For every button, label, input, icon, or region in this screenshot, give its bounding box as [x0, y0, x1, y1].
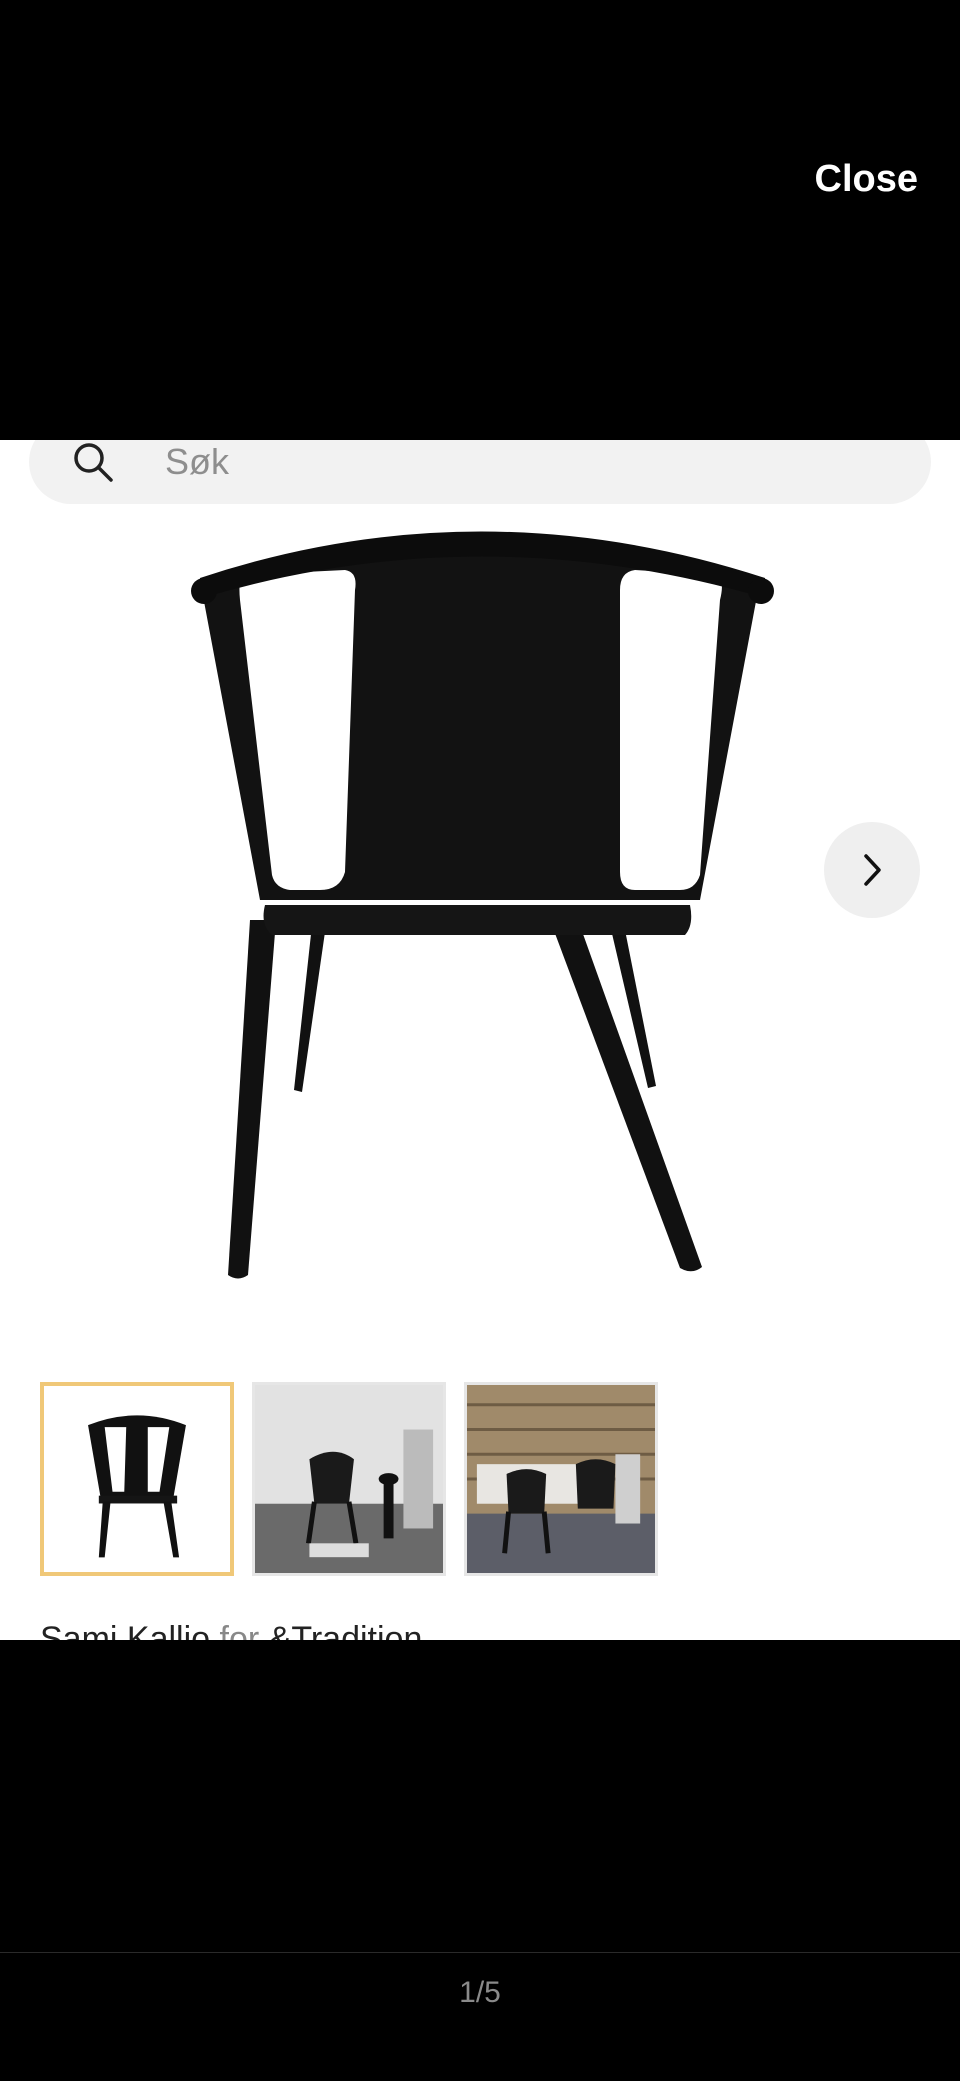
thumbnail-3[interactable]	[464, 1382, 658, 1576]
search-bar[interactable]	[29, 440, 931, 504]
search-input[interactable]	[165, 441, 865, 483]
brand-name: &Tradition	[268, 1620, 423, 1640]
next-image-button[interactable]	[824, 822, 920, 918]
bottom-bar: 1/5	[0, 1640, 960, 2081]
image-viewer: Sami Kallio for &Tradition	[0, 440, 960, 1640]
image-counter: 1/5	[459, 1976, 501, 2009]
product-caption: Sami Kallio for &Tradition	[40, 1620, 422, 1640]
designer-name: Sami Kallio	[40, 1620, 211, 1640]
top-bar: Close	[0, 0, 960, 440]
caption-connector: for	[219, 1620, 260, 1640]
chevron-right-icon	[864, 854, 881, 886]
chair-image	[191, 531, 774, 1279]
close-button[interactable]: Close	[815, 158, 918, 201]
divider	[0, 1952, 960, 1953]
thumbnail-2[interactable]	[252, 1382, 446, 1576]
thumbnail-1[interactable]	[40, 1382, 234, 1576]
search-icon	[74, 443, 113, 482]
thumbnail-strip	[40, 1382, 658, 1576]
